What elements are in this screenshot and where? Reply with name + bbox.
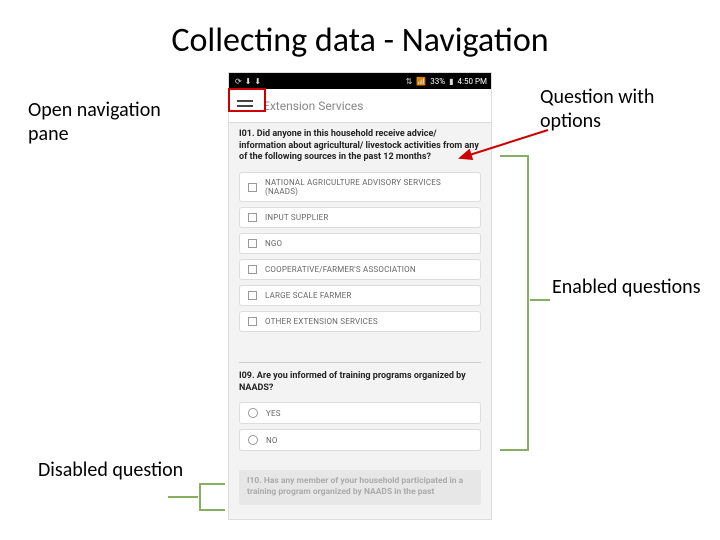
option-label: NO — [266, 436, 278, 445]
question-2-text: I09. Are you informed of training progra… — [239, 371, 481, 394]
annotation-question-options: Question with options — [540, 85, 700, 133]
option-label: COOPERATIVE/FARMER'S ASSOCIATION — [265, 265, 416, 274]
option-row[interactable]: NGO — [239, 233, 481, 254]
option-label: LARGE SCALE FARMER — [265, 291, 352, 300]
appbar-title: Extension Services — [263, 99, 363, 113]
wifi-icon: ⇅ — [406, 77, 413, 86]
option-label: INPUT SUPPLIER — [265, 213, 329, 222]
status-time: 4:50 PM — [458, 77, 487, 86]
question-1-options: NATIONAL AGRICULTURE ADVISORY SERVICES (… — [239, 172, 481, 332]
status-bar: ⟳ ⬇ ⬇ ⇅ 📶 33% ▮ 4:50 PM — [229, 73, 491, 89]
sync-icon: ⟳ — [235, 77, 242, 86]
question-3-disabled: I10. Has any member of your household pa… — [239, 470, 481, 504]
checkbox-icon[interactable] — [248, 317, 257, 326]
checkbox-icon[interactable] — [248, 265, 257, 274]
battery-icon: ▮ — [449, 77, 453, 86]
checkbox-icon[interactable] — [248, 239, 257, 248]
annotation-disabled: Disabled question — [38, 458, 188, 482]
phone-screenshot: ⟳ ⬇ ⬇ ⇅ 📶 33% ▮ 4:50 PM Extension Servic… — [228, 72, 492, 520]
question-1-text: I01. Did anyone in this household receiv… — [239, 129, 481, 164]
battery-pct: 33% — [430, 77, 445, 86]
app-bar: Extension Services — [229, 89, 491, 123]
annotation-enabled: Enabled questions — [552, 275, 702, 299]
option-row[interactable]: NO — [239, 429, 481, 451]
slide-title: Collecting data - Navigation — [0, 20, 720, 61]
option-row[interactable]: COOPERATIVE/FARMER'S ASSOCIATION — [239, 259, 481, 280]
phone-content: I01. Did anyone in this household receiv… — [229, 123, 491, 515]
option-row[interactable]: YES — [239, 402, 481, 424]
option-label: NGO — [265, 239, 282, 248]
signal-icon: 📶 — [416, 77, 426, 86]
option-label: YES — [266, 409, 281, 418]
annotation-open-nav: Open navigation pane — [28, 98, 188, 146]
divider — [239, 362, 481, 363]
question-2-options: YES NO — [239, 402, 481, 451]
checkbox-icon[interactable] — [248, 213, 257, 222]
hamburger-icon[interactable] — [237, 100, 253, 112]
option-row[interactable]: LARGE SCALE FARMER — [239, 285, 481, 306]
checkbox-icon[interactable] — [248, 291, 257, 300]
checkbox-icon[interactable] — [248, 183, 257, 192]
option-row[interactable]: INPUT SUPPLIER — [239, 207, 481, 228]
download-icon: ⬇ — [254, 77, 261, 86]
option-row[interactable]: NATIONAL AGRICULTURE ADVISORY SERVICES (… — [239, 172, 481, 202]
option-label: NATIONAL AGRICULTURE ADVISORY SERVICES (… — [265, 178, 472, 196]
question-3-text: I10. Has any member of your household pa… — [247, 476, 473, 498]
radio-icon[interactable] — [248, 408, 258, 418]
option-label: OTHER EXTENSION SERVICES — [265, 317, 378, 326]
radio-icon[interactable] — [248, 435, 258, 445]
download-icon: ⬇ — [245, 77, 252, 86]
option-row[interactable]: OTHER EXTENSION SERVICES — [239, 311, 481, 332]
